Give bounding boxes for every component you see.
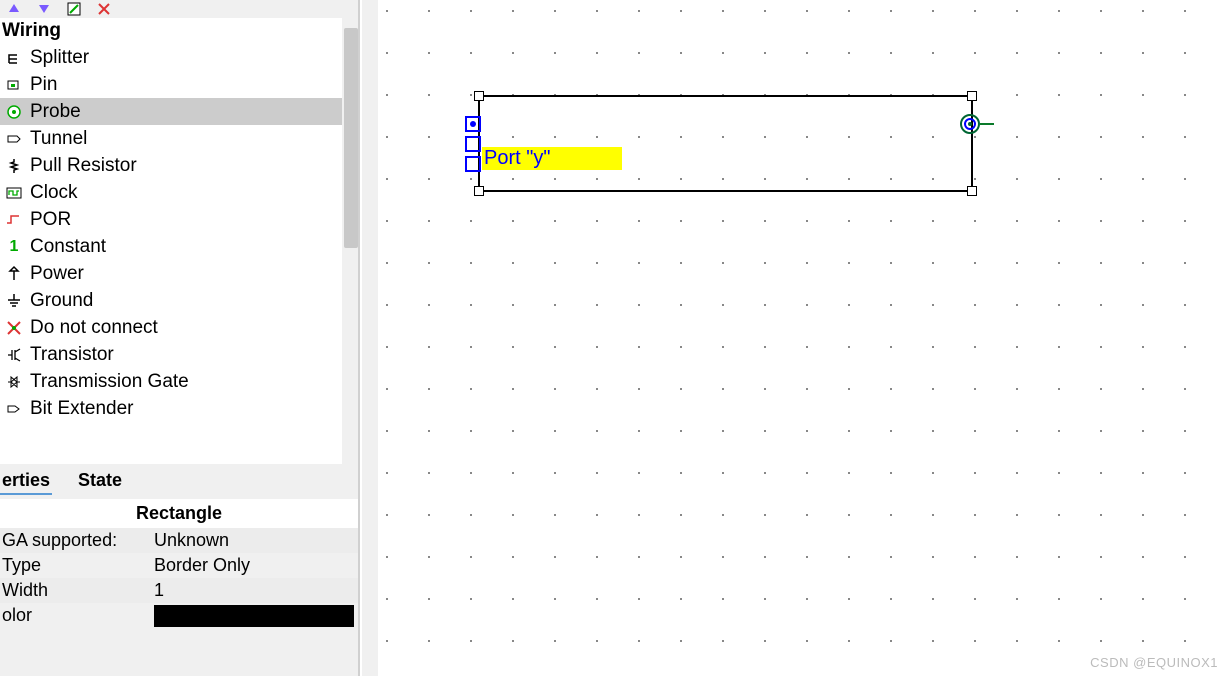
- list-item-transistor[interactable]: Transistor: [0, 341, 358, 368]
- small-toolbar: [0, 0, 358, 18]
- list-item-label: Probe: [30, 101, 81, 123]
- list-item-tgate[interactable]: Transmission Gate: [0, 368, 358, 395]
- list-item-label: Pin: [30, 74, 57, 96]
- port-left-2[interactable]: [466, 137, 480, 151]
- list-item-pullres[interactable]: Pull Resistor: [0, 152, 358, 179]
- pin-icon: [4, 75, 24, 95]
- list-item-clock[interactable]: Clock: [0, 179, 358, 206]
- property-row[interactable]: Width1: [0, 578, 358, 603]
- list-item-label: Transmission Gate: [30, 371, 189, 393]
- list-item-bitext[interactable]: Bit Extender: [0, 395, 358, 422]
- list-item-tunnel[interactable]: Tunnel: [0, 125, 358, 152]
- properties-table: GA supported:UnknownTypeBorder OnlyWidth…: [0, 528, 358, 634]
- list-item-label: Pull Resistor: [30, 155, 137, 177]
- up-arrow-icon[interactable]: [4, 0, 24, 19]
- list-item-label: Clock: [30, 182, 78, 204]
- tab-state[interactable]: State: [76, 468, 124, 495]
- list-item-label: POR: [30, 209, 71, 231]
- property-key: Type: [2, 555, 154, 576]
- property-row[interactable]: TypeBorder Only: [0, 553, 358, 578]
- list-item-pin[interactable]: Pin: [0, 71, 358, 98]
- list-item-constant[interactable]: 1 Constant: [0, 233, 358, 260]
- property-value[interactable]: [154, 605, 356, 632]
- power-icon: [4, 264, 24, 284]
- property-value[interactable]: Border Only: [154, 555, 356, 576]
- watermark: CSDN @EQUINOX1: [1090, 655, 1218, 670]
- constant-icon: 1: [4, 237, 24, 257]
- list-item-label: Ground: [30, 290, 93, 312]
- list-item-splitter[interactable]: Splitter: [0, 44, 358, 71]
- property-value[interactable]: Unknown: [154, 530, 356, 551]
- list-item-power[interactable]: Power: [0, 260, 358, 287]
- list-item-label: Constant: [30, 236, 106, 258]
- clock-icon: [4, 183, 24, 203]
- bitext-icon: [4, 399, 24, 419]
- canvas[interactable]: Port "y": [362, 0, 1226, 676]
- list-item-label: Bit Extender: [30, 398, 134, 420]
- port-left-1[interactable]: [466, 117, 480, 131]
- port-right-output[interactable]: [961, 115, 994, 133]
- left-panel: Wiring Splitter Pin Probe Tunnel Pull Re…: [0, 0, 360, 676]
- down-arrow-icon[interactable]: [34, 0, 54, 19]
- list-item-por[interactable]: POR: [0, 206, 358, 233]
- property-row[interactable]: olor: [0, 603, 358, 634]
- list-item-ground[interactable]: Ground: [0, 287, 358, 314]
- port-markers: [362, 0, 1226, 676]
- property-key: GA supported:: [2, 530, 154, 551]
- list-item-label: Power: [30, 263, 84, 285]
- list-item-label: Transistor: [30, 344, 114, 366]
- scrollbar-thumb[interactable]: [344, 28, 358, 248]
- property-value[interactable]: 1: [154, 580, 356, 601]
- category-header: Wiring: [0, 18, 358, 44]
- tab-properties[interactable]: erties: [0, 468, 52, 495]
- list-scrollbar[interactable]: [342, 18, 358, 464]
- port-left-3[interactable]: [466, 157, 480, 171]
- tgate-icon: [4, 372, 24, 392]
- delete-icon[interactable]: [94, 0, 114, 19]
- list-item-label: Tunnel: [30, 128, 87, 150]
- edit-icon[interactable]: [64, 0, 84, 19]
- properties-heading: Rectangle: [0, 499, 358, 528]
- transistor-icon: [4, 345, 24, 365]
- port-label: Port "y": [482, 147, 622, 170]
- list-item-probe[interactable]: Probe: [0, 98, 358, 125]
- list-item-label: Splitter: [30, 47, 89, 69]
- list-item-dnc[interactable]: Do not connect: [0, 314, 358, 341]
- tunnel-icon: [4, 129, 24, 149]
- ground-icon: [4, 291, 24, 311]
- property-key: olor: [2, 605, 154, 632]
- por-icon: [4, 210, 24, 230]
- component-list[interactable]: Wiring Splitter Pin Probe Tunnel Pull Re…: [0, 18, 358, 464]
- dnc-icon: [4, 318, 24, 338]
- color-swatch[interactable]: [154, 605, 354, 627]
- property-tabs: erties State: [0, 464, 358, 499]
- property-row[interactable]: GA supported:Unknown: [0, 528, 358, 553]
- pullres-icon: [4, 156, 24, 176]
- property-key: Width: [2, 580, 154, 601]
- splitter-icon: [4, 48, 24, 68]
- list-item-label: Do not connect: [30, 317, 158, 339]
- probe-icon: [4, 102, 24, 122]
